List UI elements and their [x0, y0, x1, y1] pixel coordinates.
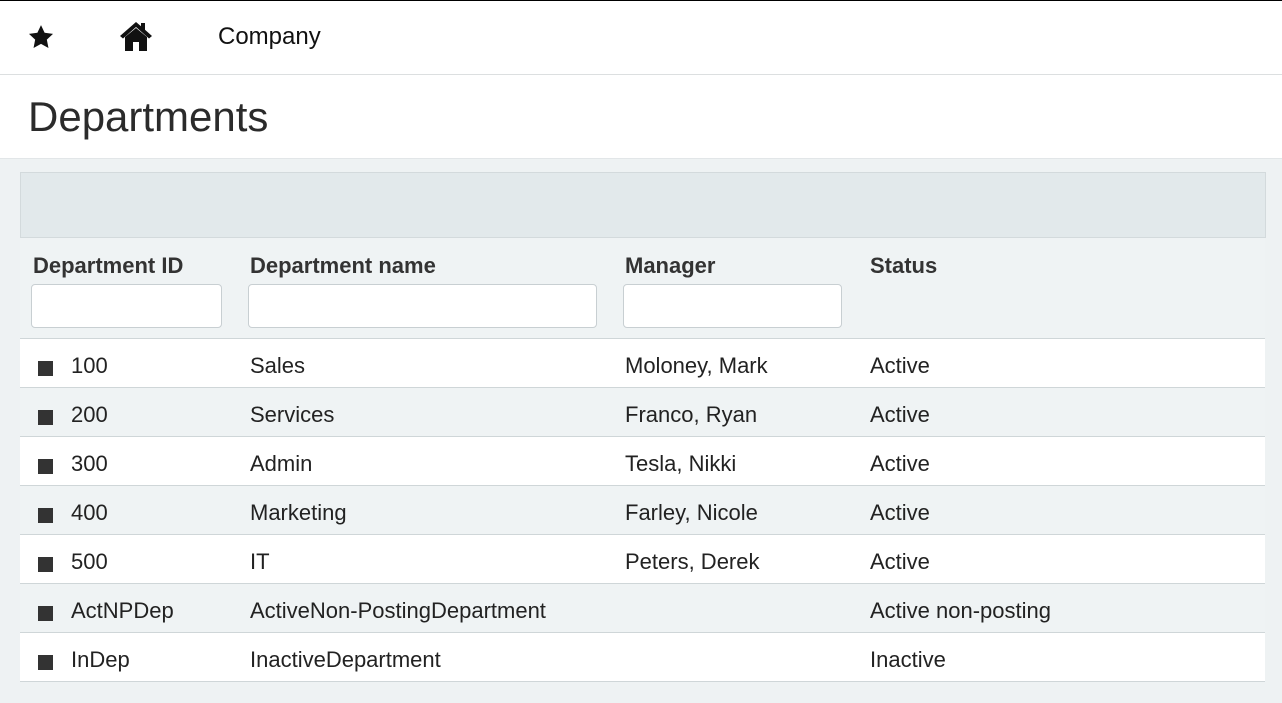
row-marker: [38, 606, 53, 621]
cell-department-name: InactiveDepartment: [250, 647, 441, 672]
table-row[interactable]: ActNPDep ActiveNon-PostingDepartment Act…: [20, 584, 1265, 633]
breadcrumb-company[interactable]: Company: [218, 23, 321, 51]
row-marker: [38, 508, 53, 523]
page-header: Departments: [0, 75, 1282, 159]
cell-status: Active: [870, 500, 930, 525]
cell-manager: Peters, Derek: [625, 549, 760, 574]
cell-status: Active non-posting: [870, 598, 1051, 623]
star-icon[interactable]: [27, 23, 55, 51]
cell-status: Inactive: [870, 647, 946, 672]
cell-status: Active: [870, 549, 930, 574]
cell-department-id: 200: [71, 402, 108, 427]
cell-department-id: 400: [71, 500, 108, 525]
row-marker: [38, 459, 53, 474]
cell-department-name: Sales: [250, 353, 306, 378]
cell-department-name: ActiveNon-PostingDepartment: [250, 598, 546, 623]
row-marker: [38, 410, 53, 425]
top-navigation-bar: Company: [0, 0, 1282, 75]
table-header: Department ID Department name Manager St…: [20, 238, 1265, 339]
cell-department-id: 300: [71, 451, 108, 476]
row-marker: [38, 655, 53, 670]
filter-department-id-input[interactable]: [31, 284, 222, 328]
cell-manager: Tesla, Nikki: [625, 451, 737, 476]
cell-status: Active: [870, 402, 930, 427]
column-header-department-name[interactable]: Department name: [250, 253, 436, 279]
cell-department-id: 500: [71, 549, 108, 574]
cell-department-id: InDep: [71, 647, 130, 672]
column-header-status[interactable]: Status: [870, 253, 937, 279]
grid-toolbar: [20, 172, 1266, 238]
table-row[interactable]: InDep InactiveDepartment Inactive: [20, 633, 1265, 682]
page-title: Departments: [28, 93, 269, 140]
cell-manager: Franco, Ryan: [625, 402, 758, 427]
table-row[interactable]: 400 Marketing Farley, Nicole Active: [20, 486, 1265, 535]
row-marker: [38, 361, 53, 376]
cell-status: Active: [870, 353, 930, 378]
column-header-manager[interactable]: Manager: [625, 253, 715, 279]
cell-department-id: ActNPDep: [71, 598, 174, 623]
cell-manager: Farley, Nicole: [625, 500, 758, 525]
filter-manager-input[interactable]: [623, 284, 842, 328]
cell-department-name: Services: [250, 402, 335, 427]
table-row[interactable]: 100 Sales Moloney, Mark Active: [20, 339, 1265, 388]
cell-manager: Moloney, Mark: [625, 353, 768, 378]
table-row[interactable]: 300 Admin Tesla, Nikki Active: [20, 437, 1265, 486]
cell-status: Active: [870, 451, 930, 476]
table-row[interactable]: 200 Services Franco, Ryan Active: [20, 388, 1265, 437]
home-icon[interactable]: [118, 20, 154, 52]
table-row[interactable]: 500 IT Peters, Derek Active: [20, 535, 1265, 584]
column-header-department-id[interactable]: Department ID: [33, 253, 183, 279]
cell-department-name: Admin: [250, 451, 313, 476]
filter-department-name-input[interactable]: [248, 284, 597, 328]
cell-department-name: Marketing: [250, 500, 347, 525]
row-marker: [38, 557, 53, 572]
departments-table: Department ID Department name Manager St…: [20, 238, 1265, 682]
cell-department-id: 100: [71, 353, 108, 378]
cell-department-name: IT: [250, 549, 270, 574]
